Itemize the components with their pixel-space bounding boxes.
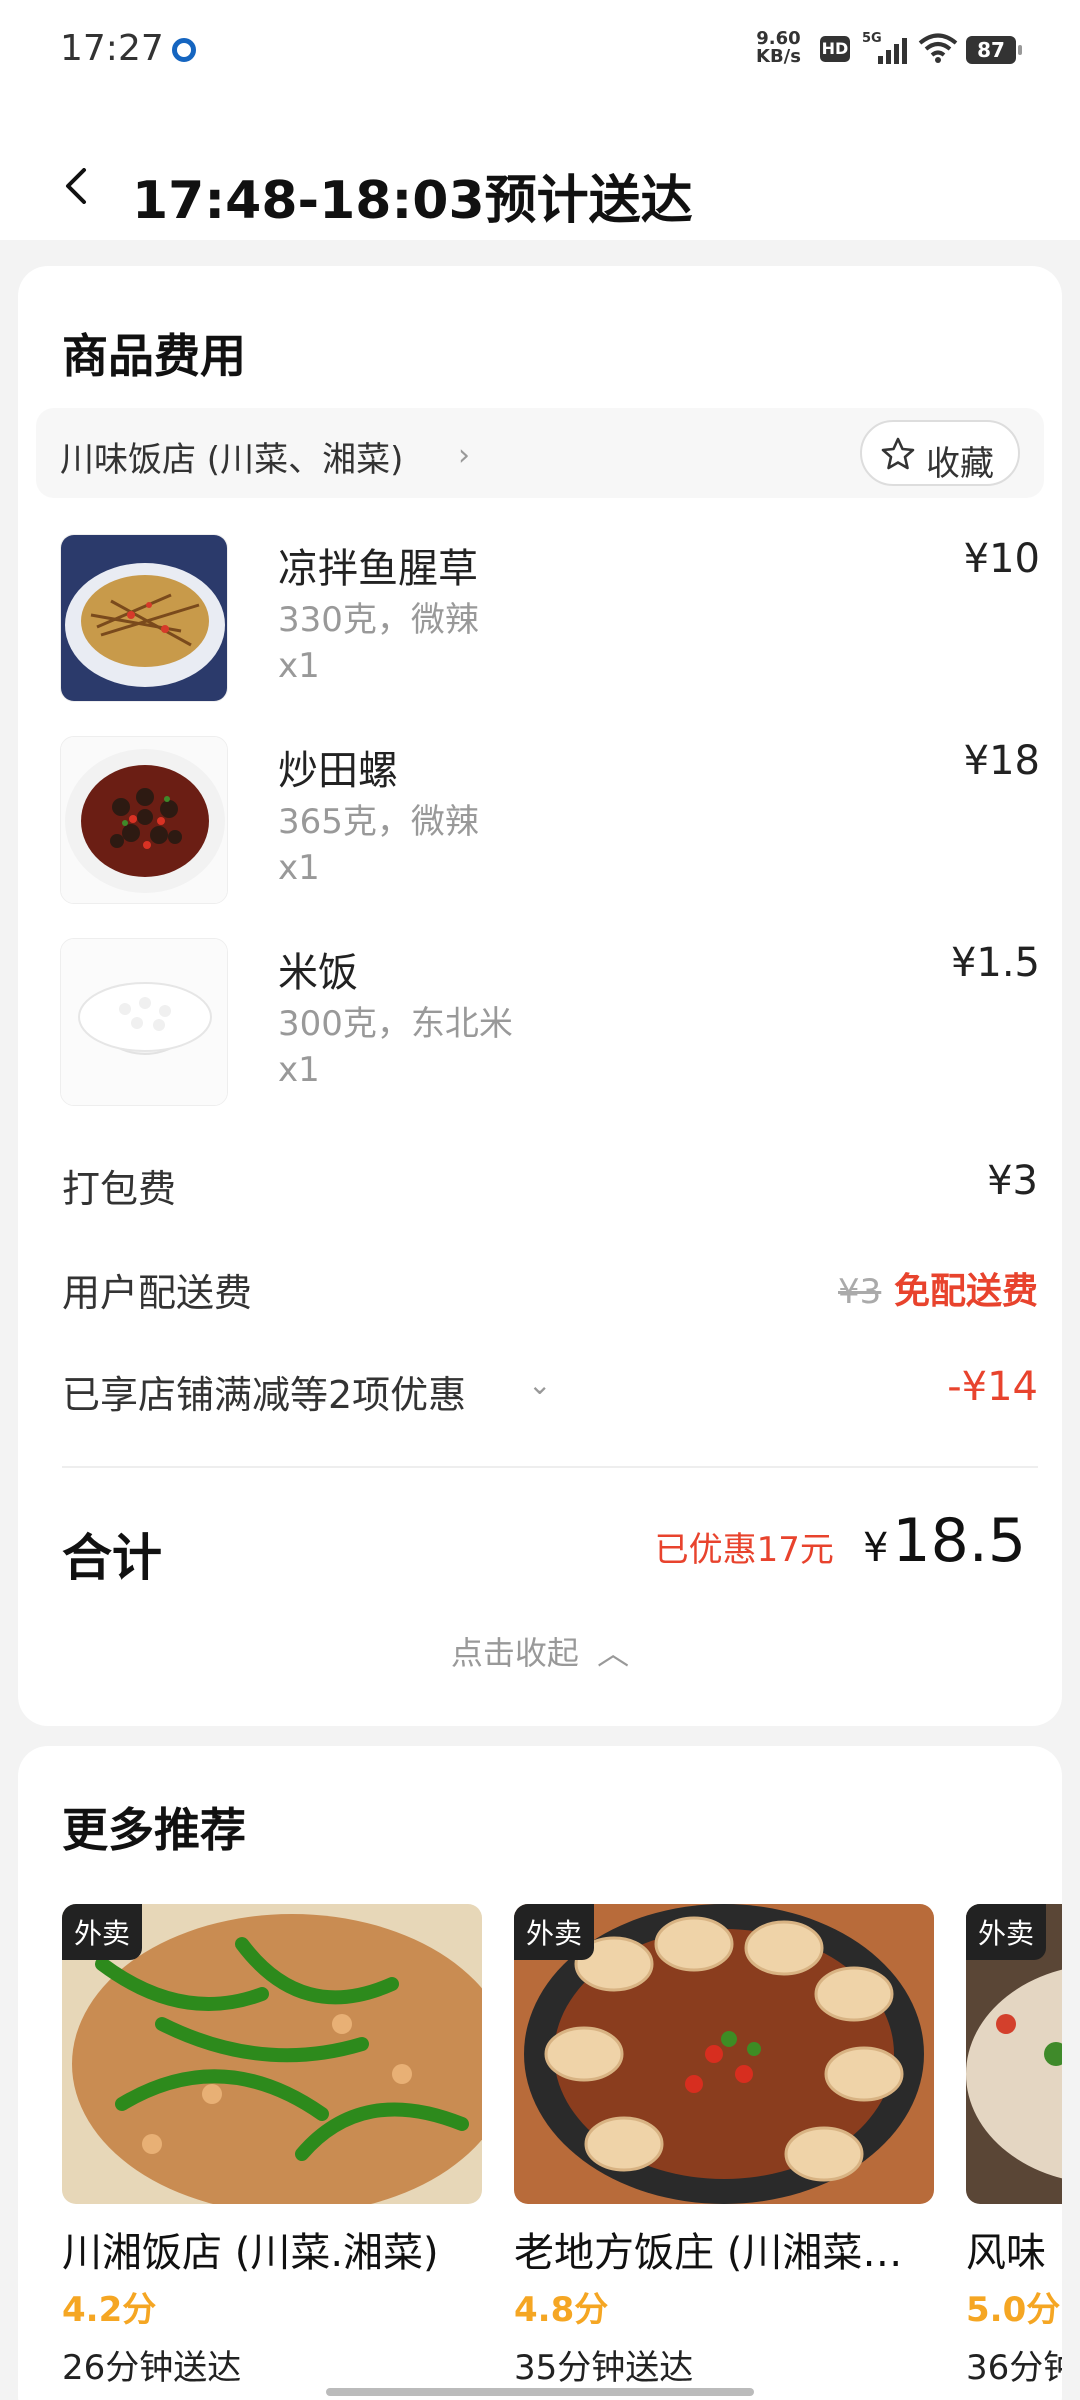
total-amount: 已优惠17元 ¥18.5	[655, 1506, 1026, 1576]
discount-row[interactable]: 已享店铺满减等2项优惠 ⌄ -¥14	[62, 1364, 1038, 1424]
item-qty: x1	[278, 646, 320, 686]
delivery-fee-original: ¥3	[838, 1272, 882, 1312]
favorite-button[interactable]: 收藏	[860, 420, 1020, 486]
recommend-card: 更多推荐 外卖 川湘饭店 (川菜.湘菜) 4.2分 26分钟送达 外卖 老地方饭…	[18, 1746, 1062, 2400]
item-price: ¥18	[963, 738, 1040, 784]
shop-bar[interactable]: 川味饭店 (川菜、湘菜) › 收藏	[36, 408, 1044, 498]
saved-text: 已优惠17元	[654, 1530, 834, 1570]
order-item[interactable]: 凉拌鱼腥草 330克，微辣 x1 ¥10	[60, 534, 1040, 704]
signal-icon: 5G	[862, 31, 907, 64]
status-bar: 17:27 9.60 KB/s HD 5G 87	[0, 0, 1080, 100]
takeout-tag: 外卖	[514, 1904, 595, 1960]
network-speed: 9.60 KB/s	[756, 30, 801, 66]
total-value: ¥18.5	[863, 1506, 1026, 1576]
item-spec: 330克，微辣	[278, 600, 479, 640]
page-header: 17:48-18:03预计送达	[0, 100, 1080, 240]
item-qty: x1	[278, 1050, 320, 1090]
item-spec: 300克，东北米	[278, 1004, 513, 1044]
item-name: 米饭	[278, 950, 358, 996]
packing-fee-label: 打包费	[62, 1167, 177, 1211]
item-name: 凉拌鱼腥草	[278, 546, 478, 592]
dish-image	[60, 736, 228, 904]
star-icon	[881, 437, 915, 470]
favorite-label: 收藏	[926, 444, 994, 484]
chevron-down-icon[interactable]: ⌄	[528, 1368, 551, 1401]
home-indicator[interactable]	[326, 2388, 754, 2396]
delivery-fee-value: ¥3 免配送费	[838, 1262, 1038, 1314]
status-time: 17:27	[60, 28, 164, 69]
total-label: 合计	[62, 1529, 162, 1587]
store-score: 5.0分	[966, 2290, 1061, 2330]
divider	[62, 1466, 1038, 1468]
store-name[interactable]: 老地方饭庄 (川湘菜…	[514, 2220, 954, 2278]
goods-fee-title: 商品费用	[62, 329, 246, 383]
recommend-title: 更多推荐	[62, 1803, 246, 1857]
store-eta: 35分钟送达	[514, 2348, 694, 2388]
wifi-icon	[918, 33, 958, 63]
packing-fee-row: 打包费 ¥3	[62, 1158, 1038, 1218]
app-notification-icon	[172, 38, 196, 62]
store-score: 4.2分	[62, 2290, 157, 2330]
network-speed-unit: KB/s	[756, 46, 801, 67]
back-icon[interactable]	[60, 168, 96, 204]
chevron-up-icon[interactable]: ︿	[597, 1634, 629, 1672]
item-qty: x1	[278, 848, 320, 888]
hd-icon: HD	[820, 36, 850, 62]
shop-name[interactable]: 川味饭店 (川菜、湘菜)	[60, 432, 403, 481]
delivery-fee-row: 用户配送费 ¥3 免配送费	[62, 1262, 1038, 1322]
delivery-time-title: 17:48-18:03预计送达	[132, 171, 693, 231]
total-currency: ¥	[862, 1525, 889, 1571]
store-eta: 36分钟	[966, 2348, 1062, 2388]
collapse-button[interactable]: 点击收起 ︿	[18, 1628, 1062, 1674]
delivery-fee-label: 用户配送费	[62, 1271, 253, 1315]
item-price: ¥1.5	[950, 940, 1040, 986]
signal-label: 5G	[862, 31, 882, 46]
goods-fee-card: 商品费用 川味饭店 (川菜、湘菜) › 收藏 凉拌鱼腥草 330克，微辣 x1 …	[18, 266, 1062, 1726]
item-price: ¥10	[963, 536, 1040, 582]
chevron-right-icon: ›	[458, 438, 470, 473]
order-item[interactable]: 米饭 300克，东北米 x1 ¥1.5	[60, 938, 1040, 1108]
item-spec: 365克，微辣	[278, 802, 479, 842]
packing-fee-value: ¥3	[987, 1158, 1038, 1204]
discount-label[interactable]: 已享店铺满减等2项优惠	[62, 1364, 466, 1419]
store-score: 4.8分	[514, 2290, 609, 2330]
takeout-tag: 外卖	[62, 1904, 143, 1960]
store-name[interactable]: 川湘饭店 (川菜.湘菜)	[62, 2220, 502, 2278]
total-number: 18.5	[892, 1506, 1026, 1576]
free-delivery-label: 免配送费	[893, 1271, 1038, 1312]
discount-value: -¥14	[947, 1364, 1038, 1410]
dish-image	[60, 938, 228, 1106]
battery-icon: 87	[966, 36, 1022, 64]
dish-image	[60, 534, 228, 702]
store-eta: 26分钟送达	[62, 2348, 242, 2388]
order-item[interactable]: 炒田螺 365克，微辣 x1 ¥18	[60, 736, 1040, 906]
takeout-tag: 外卖	[966, 1904, 1047, 1960]
collapse-label[interactable]: 点击收起	[451, 1634, 579, 1672]
store-name[interactable]: 风味	[966, 2220, 1062, 2278]
item-name: 炒田螺	[278, 748, 398, 794]
